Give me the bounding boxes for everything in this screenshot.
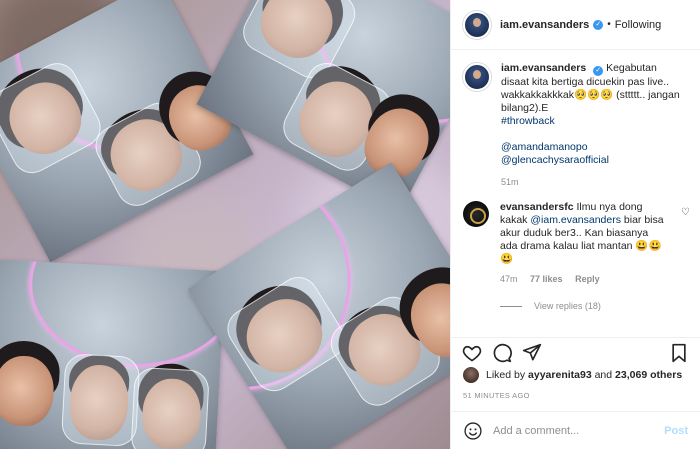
likes-summary: Liked by ayyarenita93 and 23,069 others <box>463 367 682 383</box>
save-button[interactable] <box>668 342 690 364</box>
header-separator: • <box>607 19 611 30</box>
likes-and: and <box>594 369 613 381</box>
comment-icon <box>493 343 512 362</box>
view-replies-label: View replies (18) <box>534 301 601 311</box>
emoji-icon[interactable] <box>463 421 483 441</box>
post-photo[interactable] <box>0 0 450 449</box>
caption-time[interactable]: 51m <box>501 176 686 189</box>
hashtag-link[interactable]: #throwback <box>501 115 555 127</box>
mention-link[interactable]: @iam.evansanders <box>530 214 621 226</box>
replies-divider <box>500 305 522 307</box>
action-bar <box>451 337 700 367</box>
comment-likes[interactable]: 77 likes <box>530 274 563 284</box>
caption-text: iam.evansanders ✓ Kegabutan disaat kita … <box>501 62 686 189</box>
view-replies-button[interactable]: View replies (18) <box>500 301 686 311</box>
likes-others[interactable]: 23,069 others <box>615 369 682 381</box>
mention-link[interactable]: @glencachysaraofficial <box>501 154 609 166</box>
caption-avatar[interactable] <box>463 63 491 91</box>
author-username[interactable]: iam.evansanders <box>500 19 589 31</box>
share-button[interactable] <box>521 342 543 364</box>
comment-meta: 47m 77 likes Reply <box>500 273 665 286</box>
heart-icon <box>462 345 482 361</box>
caption-username[interactable]: iam.evansanders <box>501 62 586 74</box>
liker-username[interactable]: ayyarenita93 <box>528 369 592 381</box>
comment-input[interactable] <box>493 424 665 437</box>
commenter-username[interactable]: evansandersfc <box>500 201 574 213</box>
reply-button[interactable]: Reply <box>575 274 600 284</box>
bookmark-icon <box>672 343 686 362</box>
share-icon <box>522 343 542 360</box>
comment-item: evansandersfc Ilmu nya dong kakak @iam.e… <box>463 201 690 286</box>
post-comment-button[interactable]: Post <box>664 425 688 437</box>
post-header: iam.evansanders ✓ • Following <box>451 0 700 50</box>
following-button[interactable]: Following <box>615 19 661 31</box>
instagram-post: iam.evansanders ✓ • Following iam.evansa… <box>0 0 700 449</box>
post-caption: iam.evansanders ✓ Kegabutan disaat kita … <box>463 62 686 189</box>
comment-button[interactable] <box>491 342 513 364</box>
post-details-panel: iam.evansanders ✓ • Following iam.evansa… <box>450 0 700 449</box>
likes-prefix: Liked by <box>486 369 526 381</box>
comments-list: iam.evansanders ✓ Kegabutan disaat kita … <box>463 62 690 311</box>
add-comment-bar: Post <box>451 411 700 449</box>
like-button[interactable] <box>461 342 483 364</box>
comment-like-heart-icon[interactable]: ♡ <box>681 207 690 218</box>
author-avatar[interactable] <box>463 10 491 39</box>
liker-avatar[interactable] <box>463 367 479 383</box>
verified-badge-icon: ✓ <box>593 66 604 76</box>
mention-link[interactable]: @amandamanopo <box>501 141 588 153</box>
verified-badge-icon: ✓ <box>593 19 604 30</box>
commenter-avatar[interactable] <box>463 201 489 227</box>
comment-text: evansandersfc Ilmu nya dong kakak @iam.e… <box>500 201 665 286</box>
comment-time[interactable]: 47m <box>500 274 518 284</box>
post-timestamp[interactable]: 51 MINUTES AGO <box>463 391 530 400</box>
